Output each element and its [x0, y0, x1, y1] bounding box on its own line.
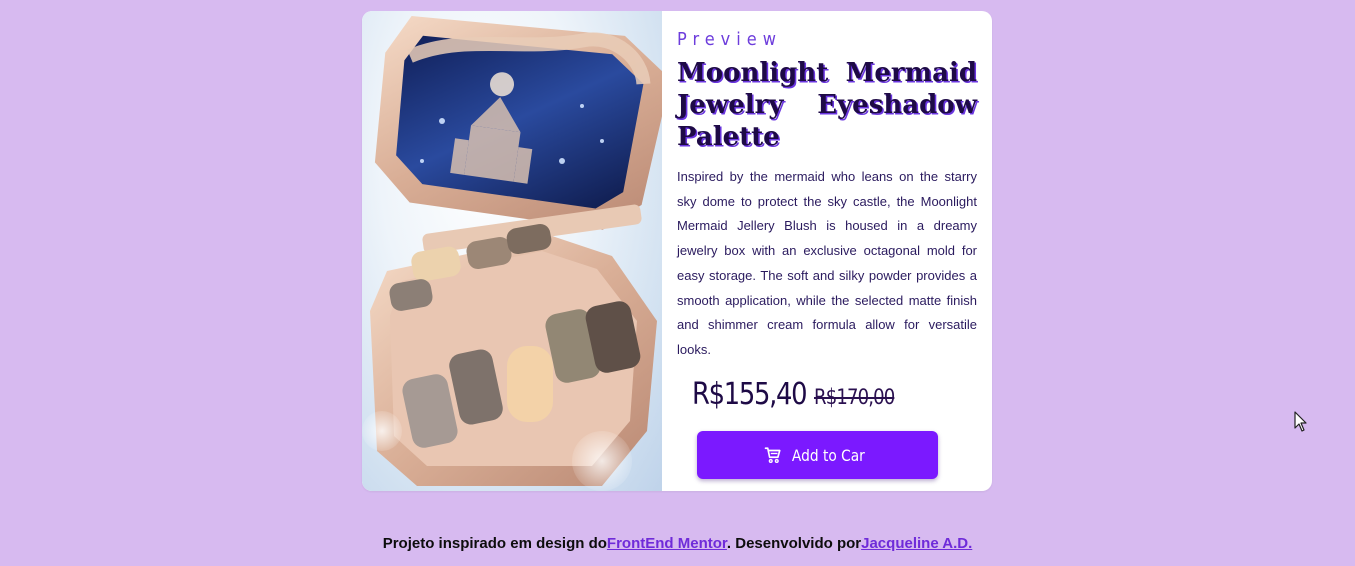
- original-price: R$170,00: [814, 385, 895, 409]
- shopping-cart-icon: [764, 447, 781, 464]
- mouse-cursor-icon: [1294, 411, 1307, 432]
- price-row: R$155,40 R$170,00: [692, 377, 907, 412]
- frontend-mentor-link[interactable]: FrontEnd Mentor: [607, 535, 727, 552]
- add-to-cart-button[interactable]: Add to Car: [697, 431, 938, 479]
- footer-credits: Projeto inspirado em design doFrontEnd M…: [0, 535, 1355, 552]
- add-to-cart-label: Add to Car: [792, 445, 865, 465]
- footer-middle: . Desenvolvido por: [726, 535, 862, 552]
- product-info: Preview Moonlight Mermaid Jewelry Eyesha…: [662, 11, 992, 491]
- current-price: R$155,40: [692, 377, 808, 412]
- product-title: Moonlight Mermaid Jewelry Eyeshadow Pale…: [677, 58, 977, 152]
- author-link[interactable]: Jacqueline A.D.: [861, 535, 972, 552]
- product-image: [362, 11, 662, 491]
- product-card: Preview Moonlight Mermaid Jewelry Eyesha…: [362, 11, 992, 491]
- footer-prefix: Projeto inspirado em design do: [382, 535, 607, 552]
- eyeshadow-palette-illustration: [362, 16, 662, 491]
- product-description: Inspired by the mermaid who leans on the…: [677, 169, 977, 357]
- preview-label: Preview: [677, 29, 782, 50]
